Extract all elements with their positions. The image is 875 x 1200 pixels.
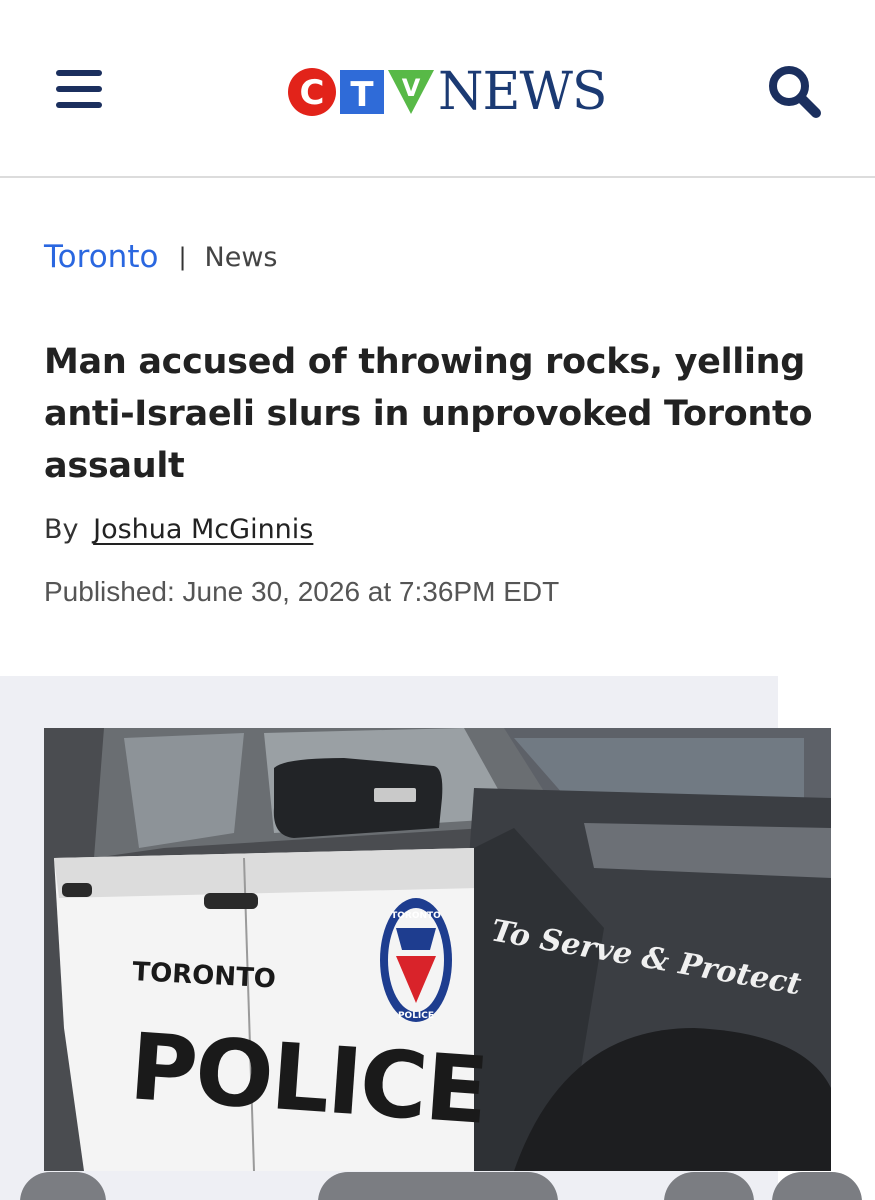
author-link[interactable]: Joshua McGinnis — [93, 514, 313, 545]
article-photo[interactable]: TORONTO POLICE TORONTO POLICE To Serve &… — [44, 728, 831, 1171]
police-car-image: TORONTO POLICE TORONTO POLICE To Serve &… — [44, 728, 831, 1171]
breadcrumb-city-link[interactable]: Toronto — [44, 239, 158, 275]
breadcrumb: Toronto | News — [44, 234, 278, 280]
byline-prefix: By — [44, 514, 79, 545]
breadcrumb-section-link[interactable]: News — [205, 242, 278, 273]
published-date: Published: June 30, 2026 at 7:36PM EDT — [44, 576, 560, 607]
floating-control-right-2[interactable] — [772, 1172, 862, 1200]
breadcrumb-separator: | — [178, 243, 187, 271]
floating-control-center[interactable] — [318, 1172, 558, 1200]
svg-text:TORONTO: TORONTO — [391, 911, 441, 921]
floating-control-right-1[interactable] — [664, 1172, 754, 1200]
logo-wordmark: NEWS — [438, 62, 608, 122]
article-headline: Man accused of throwing rocks, yelling a… — [44, 342, 813, 486]
menu-button[interactable] — [50, 64, 106, 114]
search-button[interactable] — [763, 60, 825, 122]
svg-text:C: C — [300, 73, 325, 113]
article-byline: By Joshua McGinnis — [44, 514, 313, 545]
hamburger-icon — [56, 70, 102, 76]
svg-text:T: T — [350, 75, 374, 115]
svg-text:V: V — [402, 74, 421, 102]
police-badge: TORONTO POLICE — [380, 898, 452, 1022]
ctv-news-logo[interactable]: C T V NEWS — [288, 58, 608, 122]
site-header: C T V NEWS — [0, 0, 875, 178]
ctv-logo-icon: C T V — [288, 68, 434, 116]
search-icon — [769, 66, 821, 118]
svg-text:POLICE: POLICE — [398, 1011, 434, 1021]
